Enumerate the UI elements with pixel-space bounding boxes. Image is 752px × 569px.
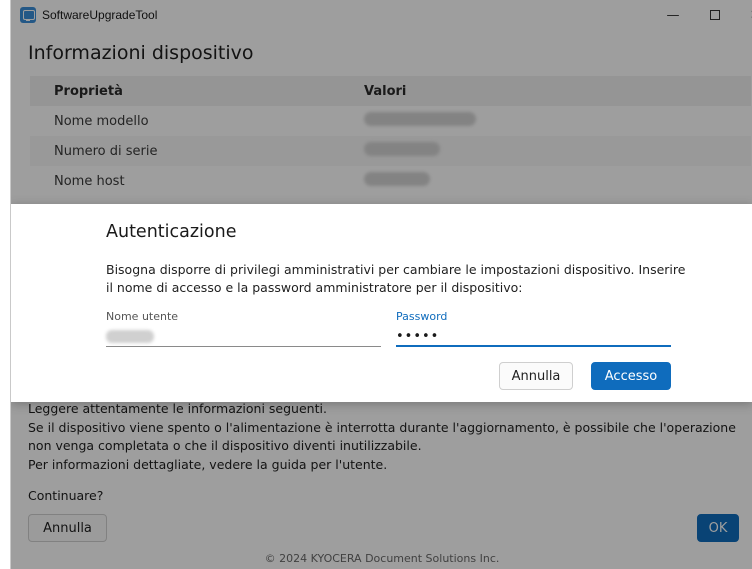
app-window: SoftwareUpgradeTool — ✕ Informazioni dis… — [10, 0, 752, 569]
password-input[interactable]: ••••• — [396, 327, 671, 347]
redacted-username — [106, 330, 154, 343]
dialog-message: Bisogna disporre di privilegi amministra… — [106, 262, 686, 295]
password-field: Password ••••• — [396, 310, 671, 347]
dialog-title: Autenticazione — [106, 222, 237, 242]
username-label: Nome utente — [106, 310, 179, 323]
username-field: Nome utente — [106, 310, 381, 347]
dialog-cancel-button[interactable]: Annulla — [499, 362, 573, 390]
password-label: Password — [396, 310, 448, 323]
authentication-dialog: Autenticazione Bisogna disporre di privi… — [11, 204, 752, 402]
login-button[interactable]: Accesso — [591, 362, 671, 390]
username-input[interactable] — [106, 327, 381, 347]
